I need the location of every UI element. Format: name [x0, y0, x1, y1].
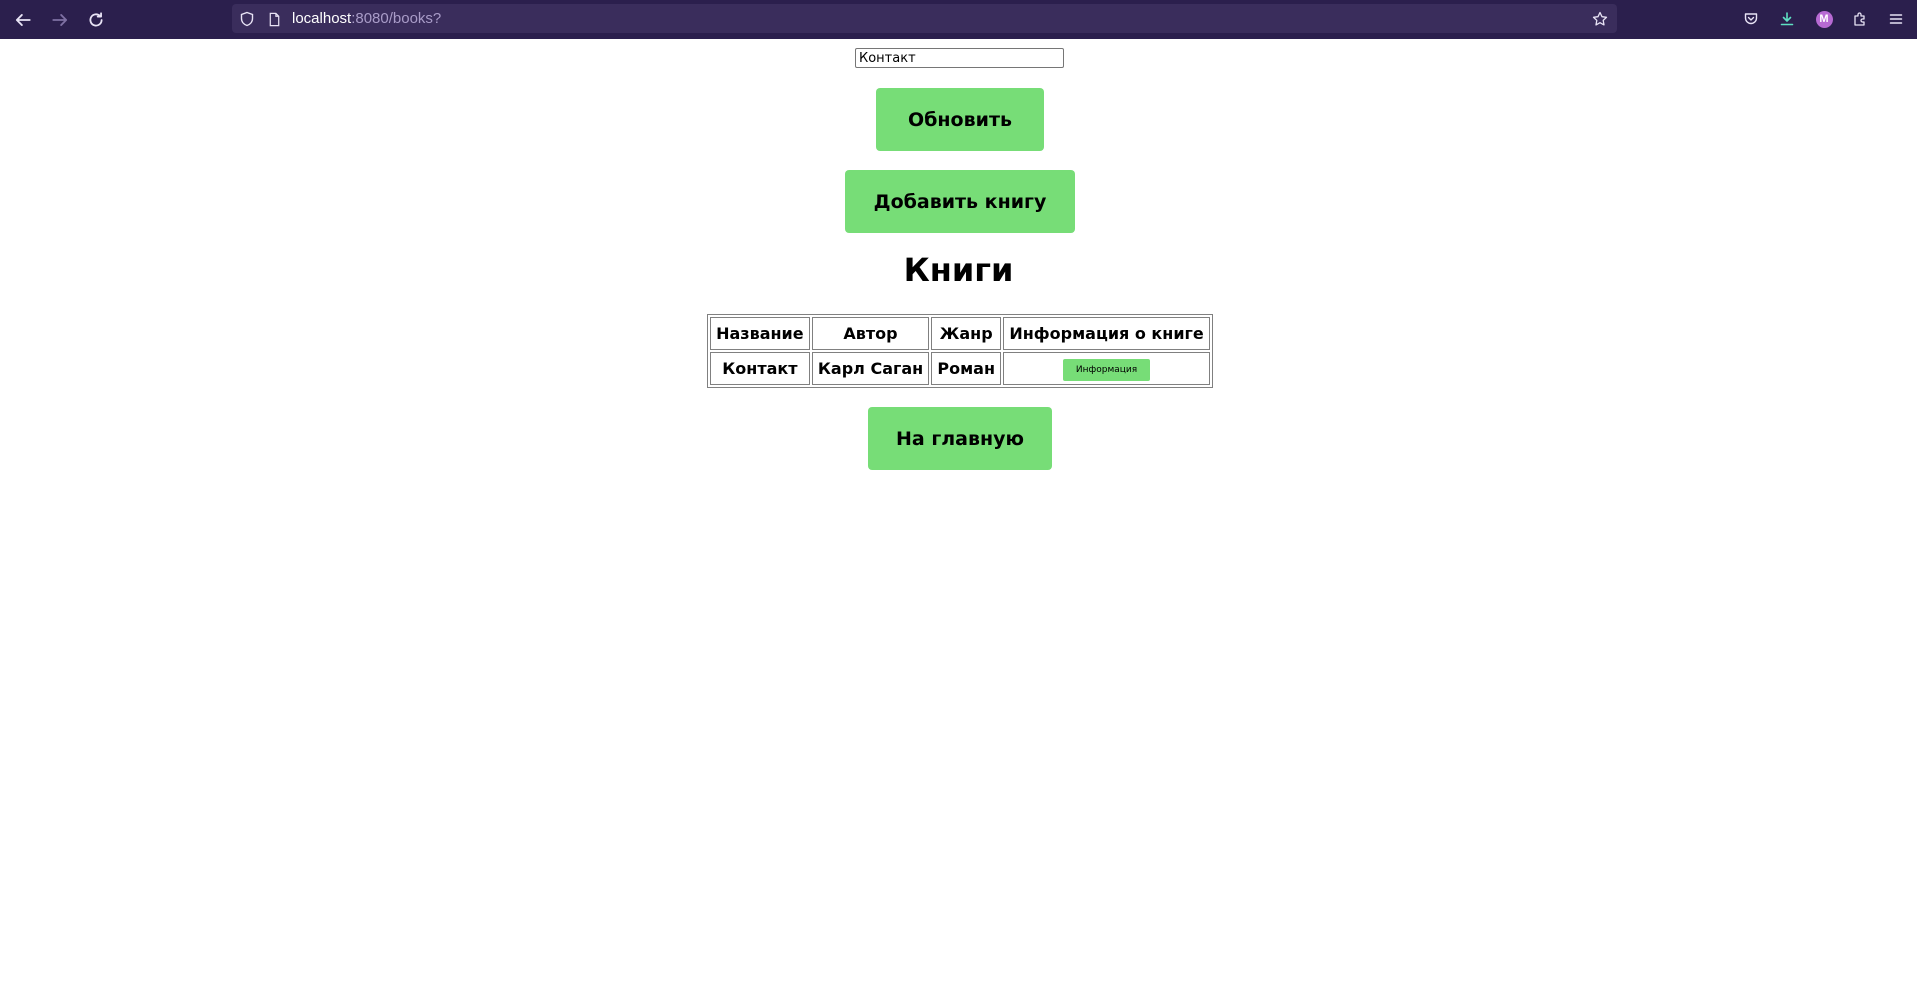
menu-icon[interactable]: [1884, 7, 1908, 31]
home-button[interactable]: На главную: [868, 407, 1052, 470]
cell-author: Карл Саган: [811, 352, 930, 385]
header-info: Информация о книге: [1003, 317, 1210, 350]
reload-icon: [89, 12, 103, 27]
back-arrow-icon: [15, 14, 31, 26]
profile-initial: M: [1815, 10, 1833, 28]
reload-button[interactable]: [83, 7, 109, 33]
extensions-icon[interactable]: [1848, 7, 1872, 31]
forward-button[interactable]: [47, 7, 73, 33]
pocket-icon[interactable]: [1739, 7, 1763, 31]
header-title: Название: [710, 317, 810, 350]
books-table: Название Автор Жанр Информация о книге К…: [707, 314, 1213, 388]
downloads-icon[interactable]: [1775, 7, 1799, 31]
browser-toolbar: localhost:8080/books? M: [0, 0, 1917, 39]
forward-arrow-icon: [52, 14, 68, 26]
refresh-button[interactable]: Обновить: [876, 88, 1044, 151]
table-row: Контакт Карл Саган Роман Информация: [710, 352, 1210, 385]
address-bar[interactable]: localhost:8080/books?: [232, 4, 1617, 33]
cell-title: Контакт: [710, 352, 810, 385]
url-path: :8080/books?: [351, 10, 442, 27]
url-host: localhost: [292, 10, 352, 27]
page-icon[interactable]: [265, 10, 283, 28]
back-button[interactable]: [10, 7, 36, 33]
add-book-button[interactable]: Добавить книгу: [845, 170, 1075, 233]
page-content: Обновить Добавить книгу Книги Название А…: [0, 39, 1917, 1007]
header-genre: Жанр: [931, 317, 1002, 350]
header-author: Автор: [811, 317, 930, 350]
search-input[interactable]: [855, 48, 1064, 68]
page-title: Книги: [903, 251, 1014, 289]
shield-icon[interactable]: [238, 10, 256, 28]
table-header-row: Название Автор Жанр Информация о книге: [710, 317, 1210, 350]
cell-info: Информация: [1003, 352, 1210, 385]
bookmark-star-icon[interactable]: [1591, 10, 1609, 28]
info-button[interactable]: Информация: [1063, 358, 1151, 381]
cell-genre: Роман: [931, 352, 1002, 385]
account-avatar[interactable]: M: [1812, 7, 1836, 31]
url-text[interactable]: localhost:8080/books?: [292, 4, 441, 33]
